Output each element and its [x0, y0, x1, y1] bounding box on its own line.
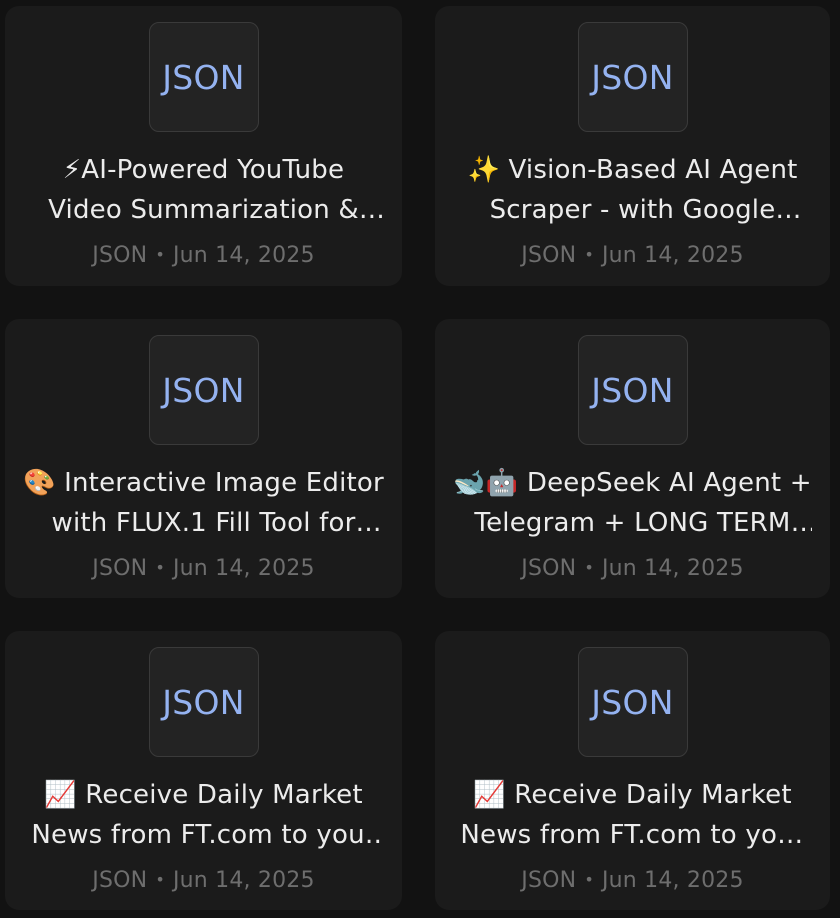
meta-separator: •	[584, 245, 594, 264]
file-date: Jun 14, 2025	[601, 868, 744, 893]
file-card-title: 🐋🤖 DeepSeek AI Agent + Telegram + LONG T…	[453, 468, 812, 538]
file-card-title: 📈 Receive Daily Market News from FT.com …	[31, 780, 376, 850]
meta-separator: •	[584, 870, 594, 889]
file-type-label: JSON	[521, 243, 577, 268]
file-card-meta: JSON • Jun 14, 2025	[5, 240, 402, 271]
file-type-label: JSON	[92, 243, 148, 268]
file-type-label: JSON	[92, 556, 148, 581]
file-card-meta: JSON • Jun 14, 2025	[5, 553, 402, 584]
file-card-title: ✨ Vision-Based AI Agent Scraper - with G…	[467, 155, 798, 225]
file-card-title: 📈 Receive Daily Market News from FT.com …	[460, 780, 805, 850]
json-file-icon: JSON	[577, 335, 688, 445]
file-date: Jun 14, 2025	[172, 868, 315, 893]
json-file-icon: JSON	[577, 22, 688, 132]
file-date: Jun 14, 2025	[172, 243, 315, 268]
file-card[interactable]: JSON 📈 Receive Daily Market News from FT…	[435, 631, 830, 910]
file-date: Jun 14, 2025	[172, 556, 315, 581]
meta-separator: •	[155, 558, 165, 577]
file-type-label: JSON	[521, 556, 577, 581]
json-file-icon-label: JSON	[162, 682, 245, 722]
file-date: Jun 14, 2025	[601, 556, 744, 581]
file-card-meta: JSON • Jun 14, 2025	[5, 865, 402, 896]
json-file-icon: JSON	[148, 335, 259, 445]
json-file-icon: JSON	[148, 647, 259, 757]
meta-separator: •	[155, 245, 165, 264]
file-card-meta: JSON • Jun 14, 2025	[435, 240, 830, 271]
file-date: Jun 14, 2025	[601, 243, 744, 268]
file-card[interactable]: JSON 🎨 Interactive Image Editor with FLU…	[5, 319, 402, 598]
file-type-label: JSON	[521, 868, 577, 893]
meta-separator: •	[155, 870, 165, 889]
json-file-icon-label: JSON	[591, 370, 674, 410]
file-card[interactable]: JSON 🐋🤖 DeepSeek AI Agent + Telegram + L…	[435, 319, 830, 598]
json-file-icon: JSON	[577, 647, 688, 757]
file-card[interactable]: JSON ⚡AI-Powered YouTube Video Summariza…	[5, 6, 402, 286]
meta-separator: •	[584, 558, 594, 577]
json-file-icon-label: JSON	[591, 57, 674, 97]
json-file-icon-label: JSON	[162, 57, 245, 97]
file-card-grid: JSON ⚡AI-Powered YouTube Video Summariza…	[0, 0, 840, 918]
file-card-meta: JSON • Jun 14, 2025	[435, 865, 830, 896]
json-file-icon-label: JSON	[591, 682, 674, 722]
json-file-icon-label: JSON	[162, 370, 245, 410]
file-card[interactable]: JSON ✨ Vision-Based AI Agent Scraper - w…	[435, 6, 830, 286]
file-card-meta: JSON • Jun 14, 2025	[435, 553, 830, 584]
file-type-label: JSON	[92, 868, 148, 893]
file-card[interactable]: JSON 📈 Receive Daily Market News from FT…	[5, 631, 402, 910]
file-card-title: 🎨 Interactive Image Editor with FLUX.1 F…	[23, 468, 384, 538]
json-file-icon: JSON	[148, 22, 259, 132]
file-card-title: ⚡AI-Powered YouTube Video Summarization …	[48, 155, 359, 225]
